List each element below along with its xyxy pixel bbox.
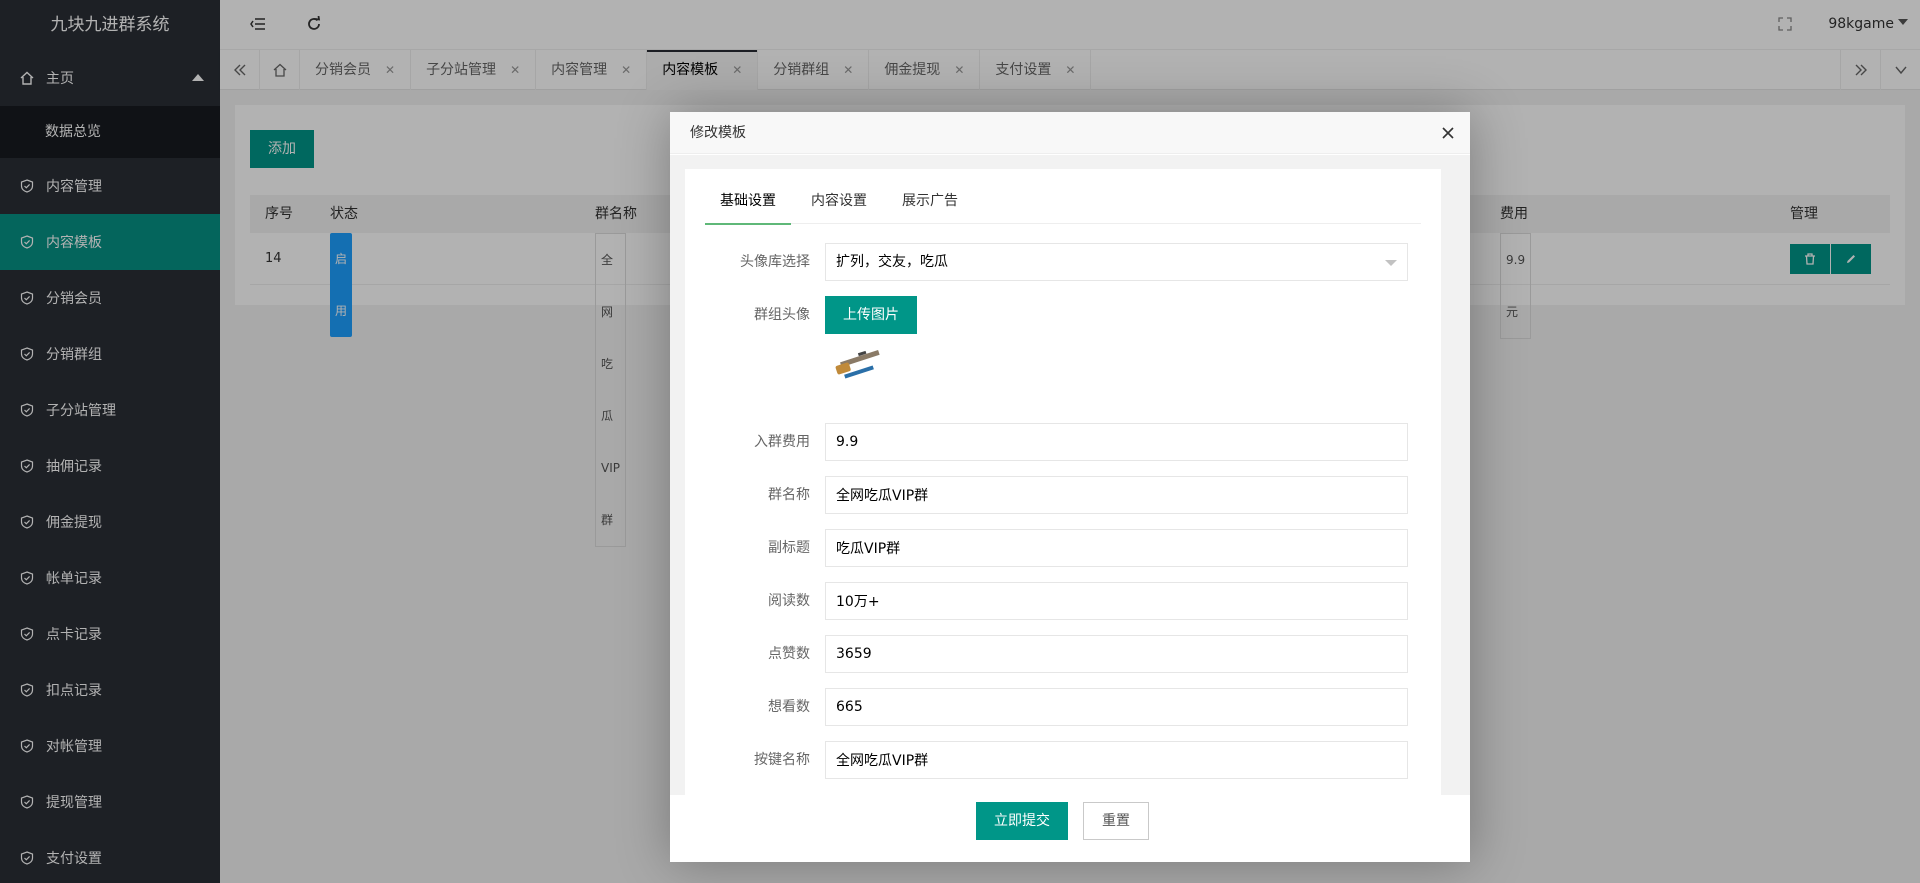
close-icon[interactable] — [1440, 125, 1456, 141]
group-name-input[interactable] — [825, 476, 1408, 514]
reads-input[interactable] — [825, 582, 1408, 620]
button-name-input[interactable] — [825, 741, 1408, 779]
group-name-label: 群名称 — [768, 487, 810, 503]
reset-button[interactable]: 重置 — [1083, 802, 1149, 840]
tab-basic-settings[interactable]: 基础设置 — [705, 179, 791, 225]
row-avatar-library: 头像库选择 扩列，交友，吃瓜 — [685, 243, 1441, 281]
row-group-name: 群名称 — [685, 476, 1441, 514]
row-fee: 入群费用 — [685, 423, 1441, 461]
dialog-body: 基础设置 内容设置 展示广告 头像库选择 扩列，交友，吃瓜 群组头像 上传图片 — [670, 155, 1470, 795]
reads-label: 阅读数 — [768, 593, 810, 609]
tab-content-settings[interactable]: 内容设置 — [796, 179, 882, 224]
group-avatar-label: 群组头像 — [754, 307, 810, 323]
row-likes: 点赞数 — [685, 635, 1441, 673]
edit-template-dialog: 修改模板 基础设置 内容设置 展示广告 头像库选择 扩列，交友，吃瓜 群组头像 … — [670, 112, 1470, 862]
avatar-library-select[interactable]: 扩列，交友，吃瓜 — [825, 243, 1408, 281]
subtitle-input[interactable] — [825, 529, 1408, 567]
form-card: 基础设置 内容设置 展示广告 头像库选择 扩列，交友，吃瓜 群组头像 上传图片 — [685, 169, 1441, 795]
row-wants: 想看数 — [685, 688, 1441, 726]
select-arrow-icon — [1385, 260, 1397, 266]
likes-input[interactable] — [825, 635, 1408, 673]
avatar-library-label: 头像库选择 — [740, 254, 810, 270]
dialog-scrollbar[interactable] — [1456, 155, 1470, 795]
wants-input[interactable] — [825, 688, 1408, 726]
row-button-name: 按键名称 — [685, 741, 1441, 779]
row-subtitle: 副标题 — [685, 529, 1441, 567]
dialog-footer: 立即提交 重置 — [670, 802, 1470, 862]
row-reads: 阅读数 — [685, 582, 1441, 620]
button-name-label: 按键名称 — [754, 752, 810, 768]
fee-label: 入群费用 — [754, 434, 810, 450]
row-group-avatar: 群组头像 上传图片 — [685, 296, 1441, 334]
group-avatar-image — [830, 344, 885, 384]
subtitle-label: 副标题 — [768, 540, 810, 556]
tab-display-ads[interactable]: 展示广告 — [887, 179, 973, 224]
fee-input[interactable] — [825, 423, 1408, 461]
submit-button[interactable]: 立即提交 — [976, 802, 1068, 840]
form-tabs: 基础设置 内容设置 展示广告 — [705, 179, 1421, 225]
upload-image-button[interactable]: 上传图片 — [825, 296, 917, 334]
avatar-library-value: 扩列，交友，吃瓜 — [836, 254, 948, 270]
wants-label: 想看数 — [768, 699, 810, 715]
dialog-title: 修改模板 — [670, 112, 1470, 154]
likes-label: 点赞数 — [768, 646, 810, 662]
